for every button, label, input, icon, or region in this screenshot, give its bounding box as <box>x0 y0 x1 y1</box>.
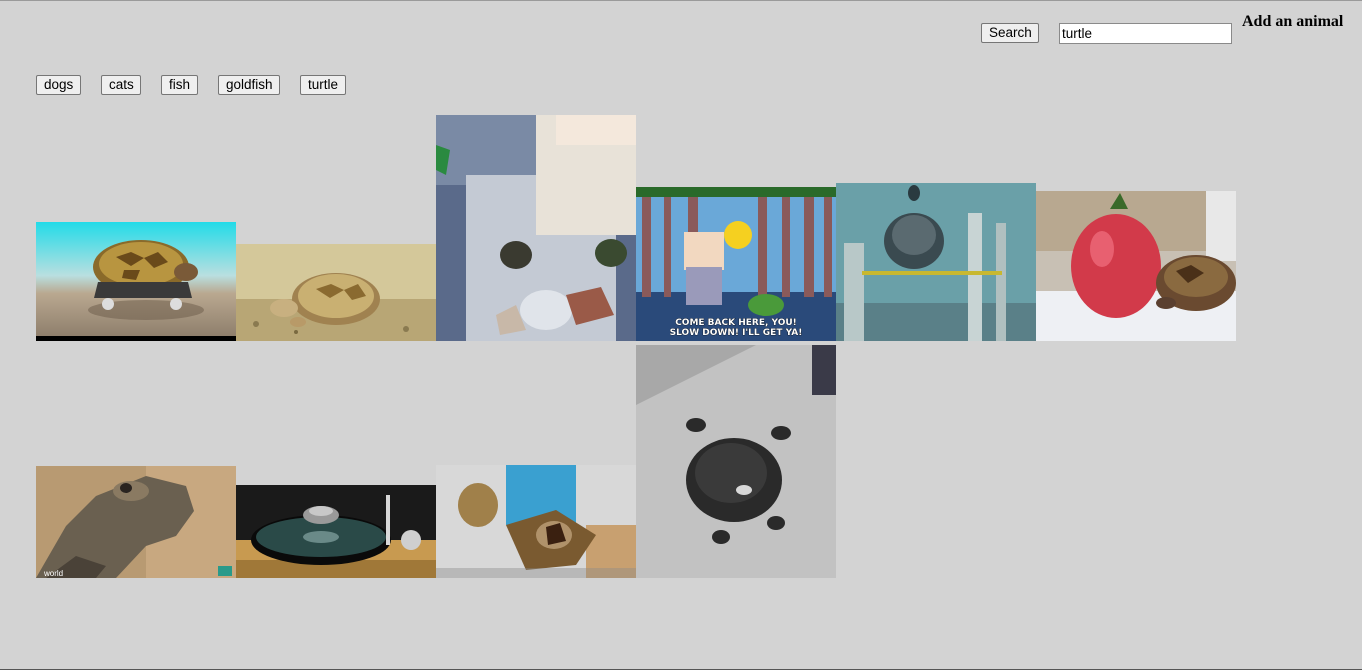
gif-image <box>236 244 436 341</box>
tortoise-skateboard-image <box>36 222 236 341</box>
gif-image <box>236 485 436 578</box>
category-button-dogs[interactable]: dogs <box>36 75 81 95</box>
turtle-perch-image <box>836 183 1036 341</box>
gif-image: world <box>36 466 236 578</box>
turtle-spinning-image <box>636 345 836 578</box>
gif-image <box>1036 191 1236 341</box>
gif-image <box>36 222 236 341</box>
category-button-turtle[interactable]: turtle <box>300 75 346 95</box>
turtle-turntable-image <box>236 485 436 578</box>
caption-line-1: COME BACK HERE, YOU! <box>675 318 797 328</box>
add-animal-heading: Add an animal <box>1242 13 1344 30</box>
search-input[interactable] <box>1059 23 1232 44</box>
simpsons-turtle-image: COME BACK HERE, YOU! SLOW DOWN! I'LL GET… <box>636 187 836 341</box>
snapping-turtle-image <box>436 465 636 578</box>
watermark-text: world <box>43 569 63 578</box>
category-button-fish[interactable]: fish <box>161 75 198 95</box>
search-button[interactable]: Search <box>981 23 1039 43</box>
turtles-tank-image <box>436 115 636 341</box>
category-button-goldfish[interactable]: goldfish <box>218 75 280 95</box>
gif-image <box>436 115 636 341</box>
category-button-cats[interactable]: cats <box>101 75 141 95</box>
gif-image <box>836 183 1036 341</box>
giant-tortoise-image: world <box>36 466 236 578</box>
gif-image: COME BACK HERE, YOU! SLOW DOWN! I'LL GET… <box>636 187 836 341</box>
tortoise-tomato-image <box>1036 191 1236 341</box>
baby-tortoise-image <box>236 244 436 341</box>
caption-line-2: SLOW DOWN! I'LL GET YA! <box>670 328 803 338</box>
gif-image <box>436 465 636 578</box>
gif-image <box>636 345 836 578</box>
